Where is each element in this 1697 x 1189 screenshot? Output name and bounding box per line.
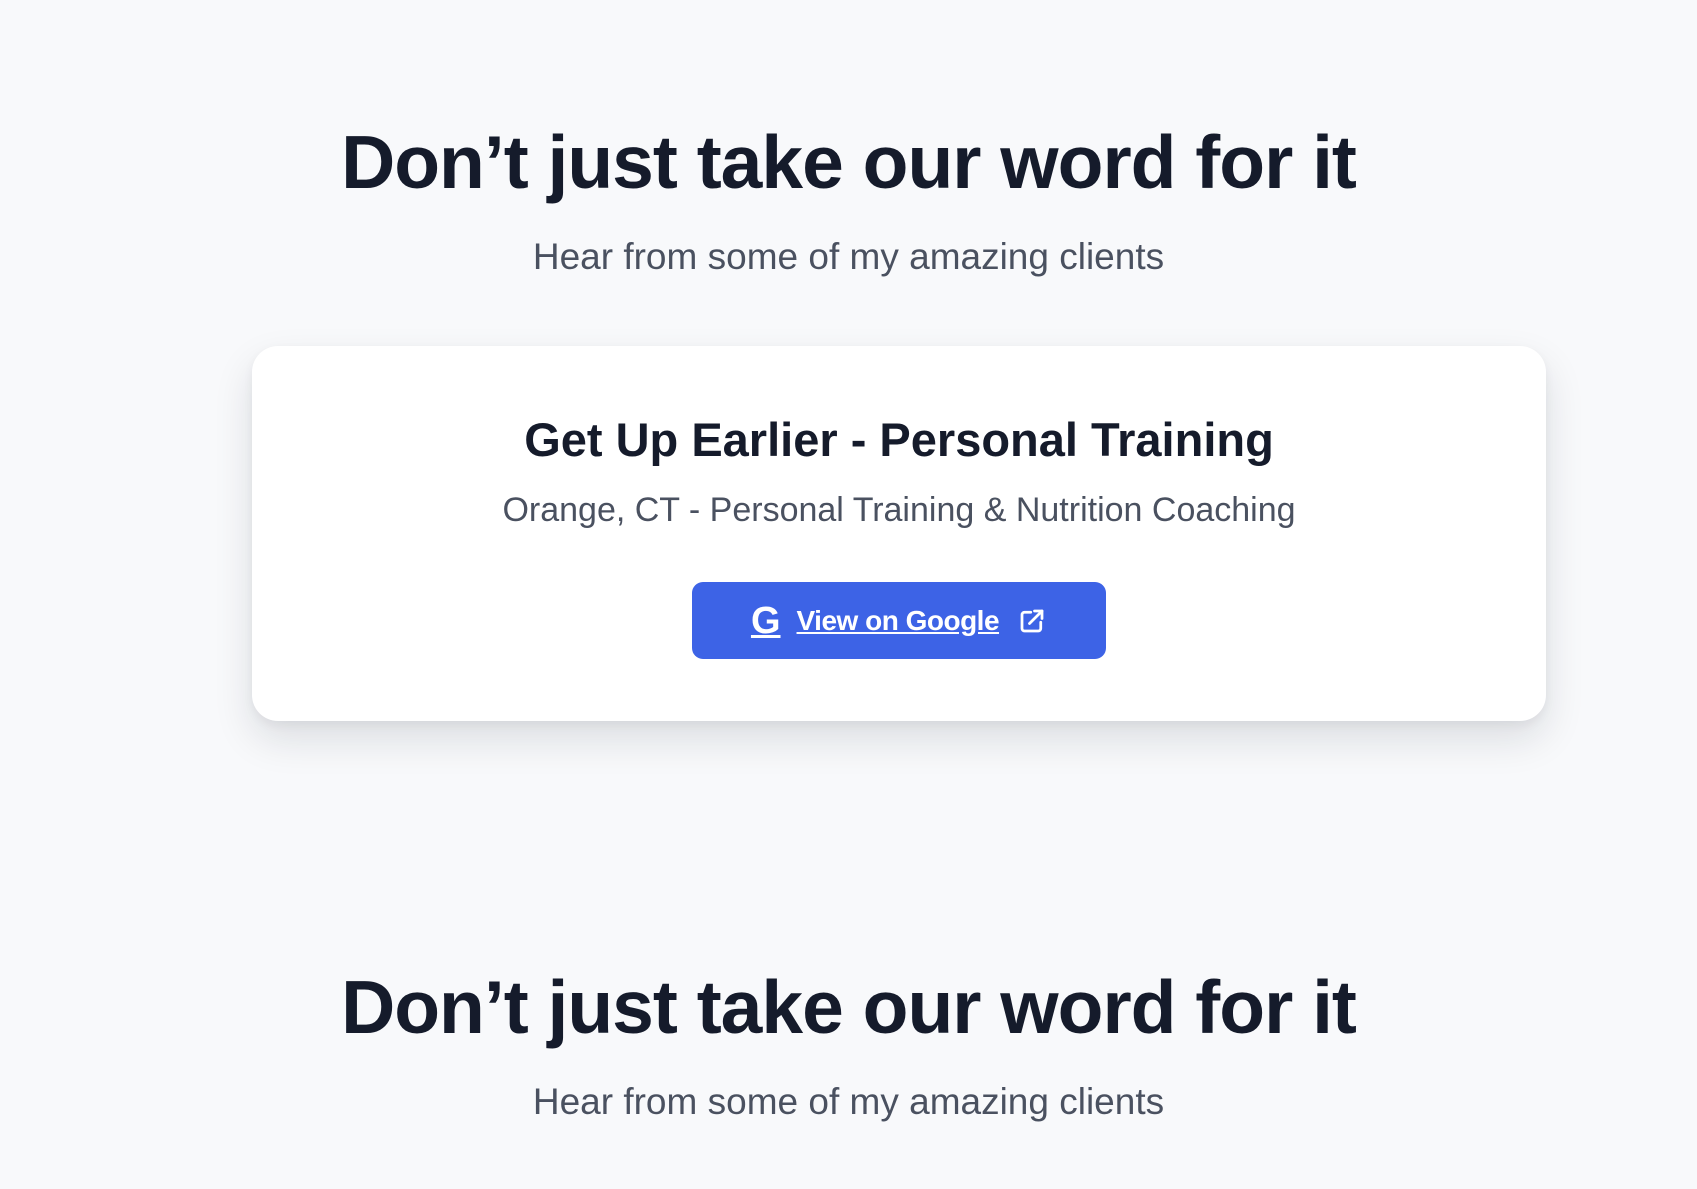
google-icon: G xyxy=(750,599,781,642)
section-subheading: Hear from some of my amazing clients xyxy=(532,236,1165,277)
section-heading-repeated: Don’t just take our word for it xyxy=(341,965,1357,1049)
business-description: Orange, CT - Personal Training & Nutriti… xyxy=(502,491,1296,529)
section-subheading-repeated: Hear from some of my amazing clients xyxy=(532,1081,1165,1122)
view-on-google-button[interactable]: G View on Google xyxy=(692,582,1106,659)
view-on-google-label: View on Google xyxy=(796,604,1000,636)
section-heading: Don’t just take our word for it xyxy=(341,120,1357,204)
business-name: Get Up Earlier - Personal Training xyxy=(524,413,1274,466)
external-link-icon xyxy=(1020,609,1044,632)
google-review-card: Get Up Earlier - Personal Training Orang… xyxy=(252,346,1546,721)
